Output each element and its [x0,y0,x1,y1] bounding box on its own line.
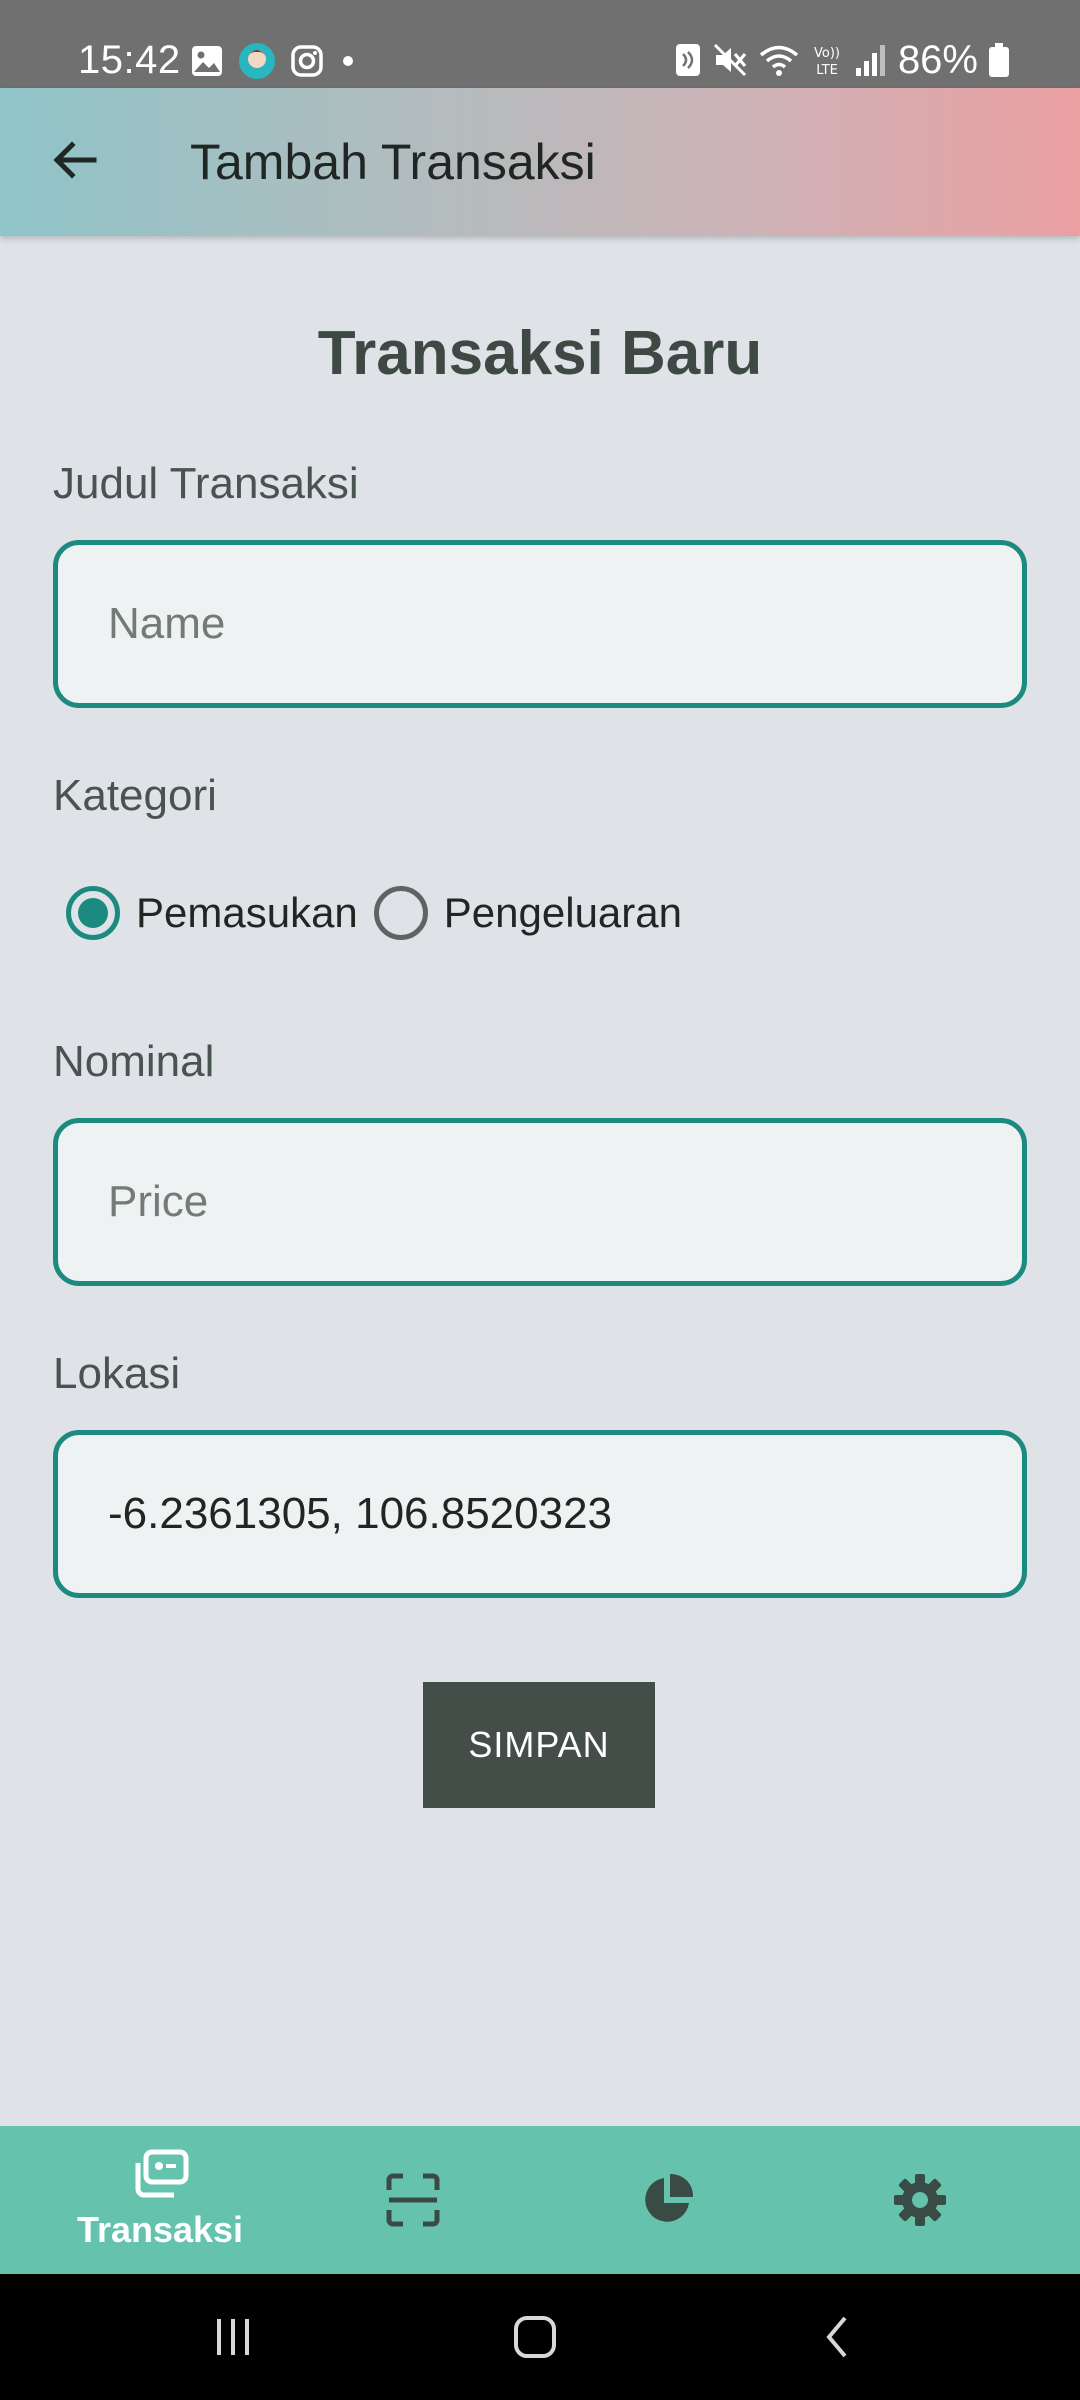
location-field[interactable] [53,1430,1027,1598]
back-button[interactable] [38,124,110,196]
radio-pemasukan[interactable]: Pemasukan [66,886,358,940]
category-radio-group: Pemasukan Pengeluaran [66,886,698,940]
nfc-icon [675,44,700,76]
recents-icon [217,2319,249,2355]
wifi-icon [759,45,799,76]
svg-text:LTE: LTE [816,63,838,78]
recents-button[interactable] [193,2304,273,2370]
bottom-navigation: Transaksi [0,2126,1080,2274]
radio-label-pemasukan: Pemasukan [136,889,358,936]
nominal-field[interactable] [53,1118,1027,1286]
arrow-left-icon [53,141,97,179]
radio-pengeluaran[interactable]: Pengeluaran [373,886,682,940]
title-field[interactable] [53,540,1027,708]
system-back-button[interactable] [797,2304,877,2370]
transactions-icon [135,2149,189,2198]
nominal-label: Nominal [53,1037,215,1086]
svg-text:Vo)): Vo)) [814,46,840,61]
home-icon [514,2316,556,2358]
status-left-icons [190,42,358,80]
nav-label-transaksi: Transaksi [76,2209,244,2250]
nav-item-chart[interactable] [532,2126,802,2274]
nav-item-scan[interactable] [278,2126,548,2274]
nav-item-transaksi[interactable]: Transaksi [25,2126,295,2274]
battery-icon [989,43,1009,77]
category-label: Kategori [53,771,217,820]
location-input[interactable] [58,1435,1022,1593]
volte-icon: Vo)) LTE [814,46,840,78]
status-time: 15:42 [78,38,181,82]
nominal-input[interactable] [58,1123,1022,1281]
battery-percentage: 86% [897,38,978,82]
mute-icon [713,43,747,77]
nav-item-settings[interactable] [785,2126,1055,2274]
pie-chart-icon [645,2173,694,2222]
page-title: Tambah Transaksi [190,134,596,190]
save-button[interactable]: SIMPAN [423,1682,655,1808]
home-button[interactable] [495,2304,575,2370]
settings-gear-icon [894,2174,946,2226]
radio-button-unchecked[interactable] [373,886,428,940]
app-bar: Tambah Transaksi [0,88,1080,236]
avatar-app-icon [239,43,275,79]
radio-button-checked[interactable] [66,886,120,940]
signal-icon [855,45,885,76]
scan-icon [386,2173,440,2227]
form-heading: Transaksi Baru [317,319,763,388]
gallery-icon [192,46,222,76]
instagram-icon [291,45,323,77]
back-icon [826,2316,847,2358]
title-label: Judul Transaksi [53,459,359,508]
title-input[interactable] [58,545,1022,703]
status-right-icons: Vo)) LTE 86% [674,36,1010,84]
radio-label-pengeluaran: Pengeluaran [443,889,682,936]
location-label: Lokasi [53,1349,181,1398]
system-navigation-bar [0,2274,1080,2400]
dot-icon [343,56,353,66]
status-bar: 15:42 Vo)) LTE 86% [0,0,1080,88]
